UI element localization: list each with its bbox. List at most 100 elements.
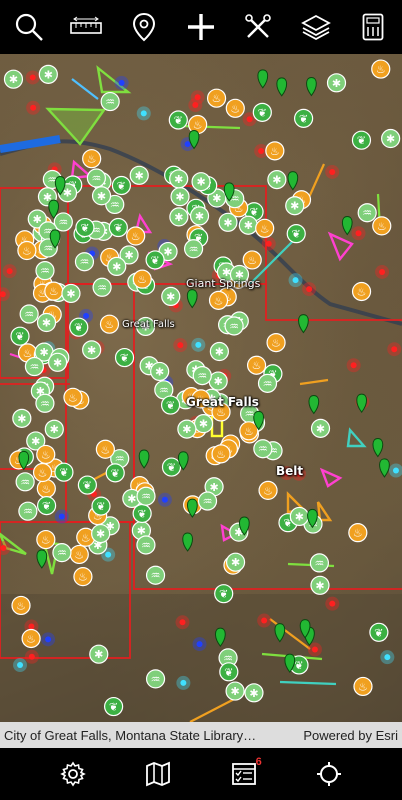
glow-dot[interactable] bbox=[179, 619, 186, 626]
pin-marker[interactable] bbox=[257, 69, 269, 89]
wetland-marker[interactable]: ♒ bbox=[357, 203, 377, 223]
tree-marker[interactable]: ❦ bbox=[91, 496, 111, 516]
facility-marker[interactable]: ♨ bbox=[11, 595, 31, 616]
facility-marker[interactable]: ♨ bbox=[32, 462, 53, 483]
pin-marker[interactable] bbox=[298, 314, 309, 334]
sprinkler-marker[interactable]: ✱ bbox=[326, 73, 347, 93]
sprinkler-marker[interactable]: ✱ bbox=[44, 419, 64, 439]
wetland-marker[interactable]: ♒ bbox=[257, 373, 278, 393]
facility-marker[interactable]: ♨ bbox=[265, 141, 285, 161]
facility-marker[interactable]: ♨ bbox=[206, 88, 227, 108]
pin-marker[interactable] bbox=[186, 498, 198, 518]
glow-dot[interactable] bbox=[180, 679, 187, 686]
sprinkler-marker[interactable]: ✱ bbox=[91, 186, 112, 206]
facility-marker[interactable]: ♨ bbox=[372, 216, 392, 236]
wetland-marker[interactable]: ♒ bbox=[100, 91, 120, 112]
facility-marker[interactable]: ♨ bbox=[348, 523, 368, 543]
glow-dot[interactable] bbox=[30, 104, 37, 111]
facility-marker[interactable]: ♨ bbox=[69, 544, 89, 565]
pin-marker[interactable] bbox=[287, 171, 299, 191]
sprinkler-marker[interactable]: ✱ bbox=[91, 523, 111, 544]
tree-marker[interactable]: ❦ bbox=[10, 326, 30, 346]
tree-marker[interactable]: ❦ bbox=[369, 622, 389, 642]
sprinkler-marker[interactable]: ✱ bbox=[89, 644, 109, 664]
tree-marker[interactable]: ❦ bbox=[105, 463, 125, 483]
glow-dot[interactable] bbox=[177, 342, 184, 349]
glow-dot[interactable] bbox=[192, 102, 199, 109]
facility-marker[interactable]: ♨ bbox=[95, 439, 115, 459]
sprinkler-marker[interactable]: ✱ bbox=[244, 683, 264, 703]
facility-marker[interactable]: ♨ bbox=[255, 218, 275, 238]
tree-marker[interactable]: ❦ bbox=[77, 475, 97, 495]
wetland-marker[interactable]: ♒ bbox=[24, 356, 45, 377]
sprinkler-marker[interactable]: ✱ bbox=[12, 408, 32, 428]
wetland-marker[interactable]: ♒ bbox=[183, 239, 204, 259]
tree-marker[interactable]: ❦ bbox=[145, 250, 165, 270]
pin-marker[interactable] bbox=[276, 77, 288, 97]
glow-dot[interactable] bbox=[384, 654, 391, 661]
sprinkler-marker[interactable]: ✱ bbox=[177, 419, 197, 439]
add-button[interactable] bbox=[181, 7, 221, 47]
wetland-marker[interactable]: ♒ bbox=[92, 277, 112, 297]
facility-marker[interactable]: ♨ bbox=[36, 529, 56, 550]
facility-marker[interactable]: ♨ bbox=[126, 226, 146, 246]
glow-dot[interactable] bbox=[379, 268, 386, 275]
pin-marker[interactable] bbox=[356, 393, 368, 413]
sprinkler-marker[interactable]: ✱ bbox=[238, 215, 258, 235]
glow-dot[interactable] bbox=[392, 467, 399, 474]
tree-marker[interactable]: ❦ bbox=[286, 224, 306, 244]
wetland-marker[interactable]: ♒ bbox=[197, 491, 218, 511]
maps-button[interactable] bbox=[138, 754, 178, 794]
wetland-marker[interactable]: ♒ bbox=[35, 261, 55, 281]
wetland-marker[interactable]: ♒ bbox=[19, 304, 39, 324]
sprinkler-marker[interactable]: ✱ bbox=[191, 172, 211, 192]
tree-marker[interactable]: ❦ bbox=[104, 696, 124, 717]
sprinkler-marker[interactable]: ✱ bbox=[193, 414, 214, 434]
facility-marker[interactable]: ♨ bbox=[353, 676, 373, 697]
settings-button[interactable] bbox=[53, 754, 93, 794]
sprinkler-marker[interactable]: ✱ bbox=[289, 506, 309, 527]
facility-marker[interactable]: ♨ bbox=[351, 281, 372, 302]
sprinkler-marker[interactable]: ✱ bbox=[170, 187, 190, 207]
pin-marker[interactable] bbox=[36, 549, 48, 569]
glow-dot[interactable] bbox=[105, 551, 112, 558]
facility-marker[interactable]: ♨ bbox=[225, 98, 245, 118]
facility-marker[interactable]: ♨ bbox=[36, 478, 56, 499]
sprinkler-marker[interactable]: ✱ bbox=[150, 361, 170, 382]
sprinkler-marker[interactable]: ✱ bbox=[209, 341, 229, 362]
wetland-marker[interactable]: ♒ bbox=[86, 168, 106, 188]
pin-marker[interactable] bbox=[306, 77, 317, 97]
pin-marker[interactable] bbox=[341, 216, 353, 236]
glow-dot[interactable] bbox=[292, 277, 299, 284]
glow-dot[interactable] bbox=[0, 545, 7, 552]
sprinkler-marker[interactable]: ✱ bbox=[225, 681, 245, 701]
tree-marker[interactable]: ❦ bbox=[37, 496, 57, 516]
tree-marker[interactable]: ❦ bbox=[351, 130, 372, 150]
wetland-marker[interactable]: ♒ bbox=[136, 486, 156, 506]
layers-button[interactable] bbox=[296, 7, 336, 47]
wetland-marker[interactable]: ♒ bbox=[52, 543, 72, 563]
sprinkler-marker[interactable]: ✱ bbox=[310, 575, 330, 595]
wetland-marker[interactable]: ♒ bbox=[74, 252, 95, 272]
facility-marker[interactable]: ♨ bbox=[258, 480, 278, 500]
sprinkler-marker[interactable]: ✱ bbox=[129, 165, 149, 185]
glow-dot[interactable] bbox=[306, 286, 313, 293]
glow-dot[interactable] bbox=[0, 291, 6, 298]
facility-marker[interactable]: ♨ bbox=[242, 250, 262, 270]
glow-dot[interactable] bbox=[58, 513, 65, 520]
glow-dot[interactable] bbox=[350, 362, 357, 369]
glow-dot[interactable] bbox=[17, 662, 24, 669]
tree-marker[interactable]: ❦ bbox=[69, 317, 89, 337]
glow-dot[interactable] bbox=[28, 623, 35, 630]
sprinkler-marker[interactable]: ✱ bbox=[310, 418, 331, 438]
tools-button[interactable] bbox=[238, 7, 278, 47]
pin-marker[interactable] bbox=[186, 289, 198, 309]
pin-marker[interactable] bbox=[138, 449, 150, 469]
glow-dot[interactable] bbox=[261, 617, 268, 624]
sprinkler-marker[interactable]: ✱ bbox=[169, 207, 189, 227]
facility-marker[interactable]: ♨ bbox=[208, 290, 229, 310]
sprinkler-marker[interactable]: ✱ bbox=[225, 552, 246, 572]
glow-dot[interactable] bbox=[83, 312, 90, 319]
wetland-marker[interactable]: ♒ bbox=[136, 535, 156, 555]
glow-dot[interactable] bbox=[329, 600, 336, 607]
